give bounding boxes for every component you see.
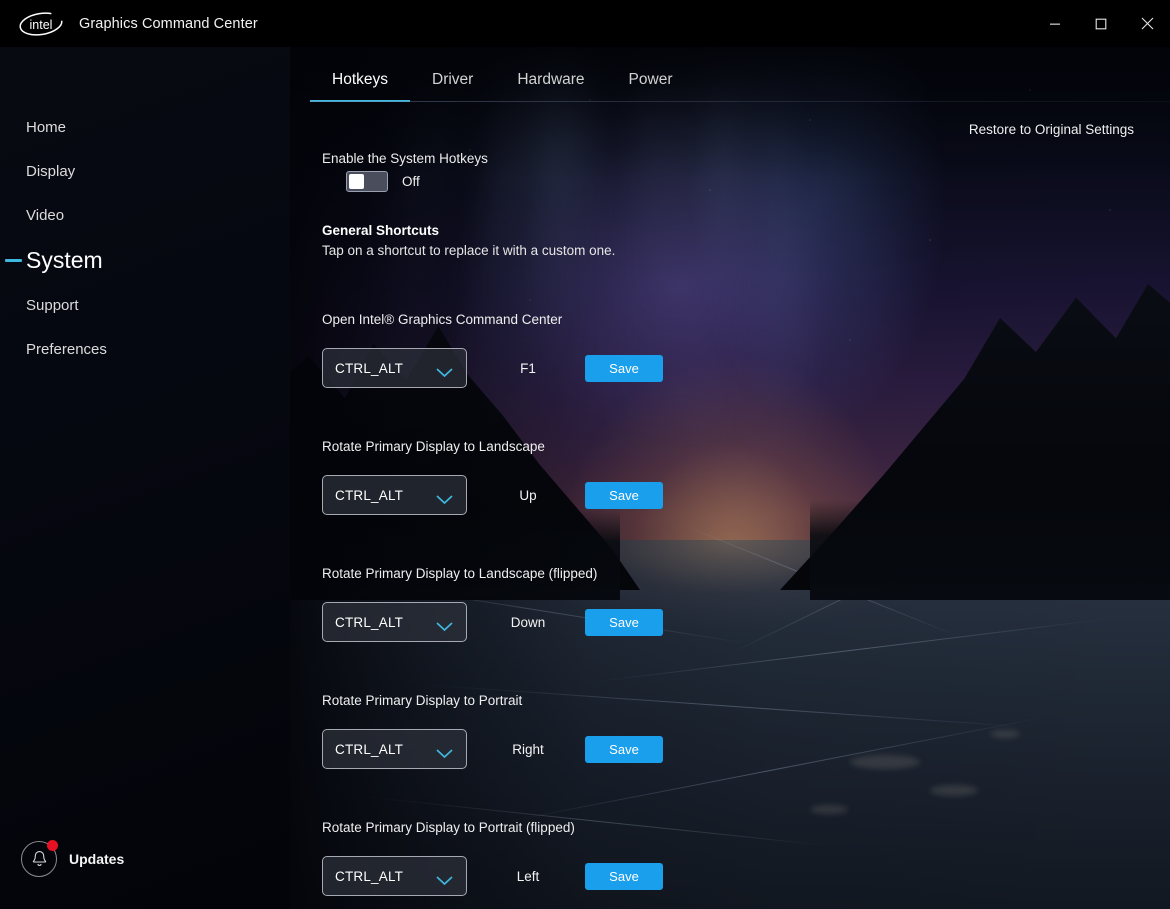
modifier-value: CTRL_ALT (335, 487, 404, 503)
modifier-dropdown[interactable]: CTRL_ALT (322, 602, 467, 642)
save-button[interactable]: Save (585, 608, 663, 636)
shortcut-label: Open Intel® Graphics Command Center (322, 312, 563, 327)
sidebar: Home Display Video System Support Prefer… (0, 0, 290, 909)
save-button[interactable]: Save (585, 862, 663, 890)
modifier-dropdown[interactable]: CTRL_ALT (322, 856, 467, 896)
updates-button[interactable]: Updates (21, 840, 125, 877)
restore-to-original-settings-link[interactable]: Restore to Original Settings (969, 122, 1134, 137)
sidebar-item-support[interactable]: Support (0, 283, 290, 327)
enable-hotkeys-row: Off (346, 171, 420, 192)
save-button[interactable]: Save (585, 481, 663, 509)
tab-label: Hotkeys (332, 71, 388, 88)
shortcut-key[interactable]: F1 (480, 361, 576, 376)
bell-icon-wrapper (21, 840, 58, 877)
modifier-dropdown[interactable]: CTRL_ALT (322, 348, 467, 388)
chevron-down-icon (436, 364, 453, 382)
enable-hotkeys-label: Enable the System Hotkeys (322, 151, 488, 166)
sidebar-item-label: Video (26, 206, 65, 224)
save-button[interactable]: Save (585, 735, 663, 763)
sidebar-nav: Home Display Video System Support Prefer… (0, 105, 290, 371)
close-icon[interactable] (1124, 0, 1170, 47)
shortcut-controls: CTRL_ALT F1 Save (322, 348, 663, 388)
tab-hardware[interactable]: Hardware (495, 71, 606, 102)
updates-label: Updates (69, 851, 125, 867)
tab-hotkeys[interactable]: Hotkeys (310, 71, 410, 102)
chevron-down-icon (436, 745, 453, 763)
shortcut-key[interactable]: Left (480, 869, 576, 884)
shortcut-row: Open Intel® Graphics Command Center CTRL… (290, 304, 1170, 431)
sidebar-item-video[interactable]: Video (0, 193, 290, 237)
sidebar-item-display[interactable]: Display (0, 149, 290, 193)
sidebar-item-home[interactable]: Home (0, 105, 290, 149)
shortcut-label: Rotate Primary Display to Portrait (322, 693, 523, 708)
shortcut-key[interactable]: Up (480, 488, 576, 503)
tab-bar: Hotkeys Driver Hardware Power (310, 58, 694, 102)
shortcut-controls: CTRL_ALT Right Save (322, 729, 663, 769)
window-controls (1032, 0, 1170, 47)
tab-label: Driver (432, 71, 474, 88)
application-window: Home Display Video System Support Prefer… (0, 0, 1170, 909)
toggle-state-label: Off (402, 174, 420, 189)
tab-power[interactable]: Power (607, 71, 695, 102)
sidebar-item-system[interactable]: System (0, 237, 290, 283)
toggle-knob (349, 174, 364, 189)
modifier-value: CTRL_ALT (335, 741, 404, 757)
minimize-icon[interactable] (1032, 0, 1078, 47)
sidebar-item-label: System (26, 246, 103, 273)
tab-label: Power (628, 71, 673, 88)
sidebar-item-label: Preferences (26, 340, 107, 358)
shortcut-key[interactable]: Down (480, 615, 576, 630)
shortcut-row: Rotate Primary Display to Portrait (flip… (290, 812, 1170, 909)
shortcut-controls: CTRL_ALT Left Save (322, 856, 663, 896)
tab-divider (310, 101, 1170, 102)
shortcut-controls: CTRL_ALT Down Save (322, 602, 663, 642)
sidebar-item-label: Support (26, 296, 79, 314)
title-bar: intel Graphics Command Center (0, 0, 1170, 47)
main-content: Hotkeys Driver Hardware Power Restore to… (290, 40, 1170, 909)
notification-dot (47, 840, 58, 851)
shortcut-list: Open Intel® Graphics Command Center CTRL… (290, 304, 1170, 909)
tab-driver[interactable]: Driver (410, 71, 495, 102)
modifier-value: CTRL_ALT (335, 360, 404, 376)
shortcut-row: Rotate Primary Display to Landscape CTRL… (290, 431, 1170, 558)
general-shortcuts-title: General Shortcuts (322, 223, 440, 238)
maximize-icon[interactable] (1078, 0, 1124, 47)
shortcut-row: Rotate Primary Display to Landscape (fli… (290, 558, 1170, 685)
sidebar-item-preferences[interactable]: Preferences (0, 327, 290, 371)
sidebar-item-label: Display (26, 162, 76, 180)
enable-hotkeys-toggle[interactable] (346, 171, 388, 192)
shortcut-key[interactable]: Right (480, 742, 576, 757)
intel-logo-icon: intel (18, 11, 64, 37)
modifier-dropdown[interactable]: CTRL_ALT (322, 475, 467, 515)
modifier-value: CTRL_ALT (335, 614, 404, 630)
sidebar-item-label: Home (26, 118, 67, 136)
shortcut-controls: CTRL_ALT Up Save (322, 475, 663, 515)
shortcut-label: Rotate Primary Display to Landscape (fli… (322, 566, 598, 581)
chevron-down-icon (436, 872, 453, 890)
modifier-dropdown[interactable]: CTRL_ALT (322, 729, 467, 769)
shortcut-label: Rotate Primary Display to Landscape (322, 439, 545, 454)
shortcut-label: Rotate Primary Display to Portrait (flip… (322, 820, 575, 835)
general-shortcuts-subtitle: Tap on a shortcut to replace it with a c… (322, 243, 616, 258)
svg-text:intel: intel (30, 18, 53, 32)
save-button[interactable]: Save (585, 354, 663, 382)
shortcut-row: Rotate Primary Display to Portrait CTRL_… (290, 685, 1170, 812)
tab-label: Hardware (517, 71, 585, 88)
active-indicator (5, 259, 22, 262)
chevron-down-icon (436, 618, 453, 636)
chevron-down-icon (436, 491, 453, 509)
app-title: Graphics Command Center (79, 16, 258, 32)
modifier-value: CTRL_ALT (335, 868, 404, 884)
